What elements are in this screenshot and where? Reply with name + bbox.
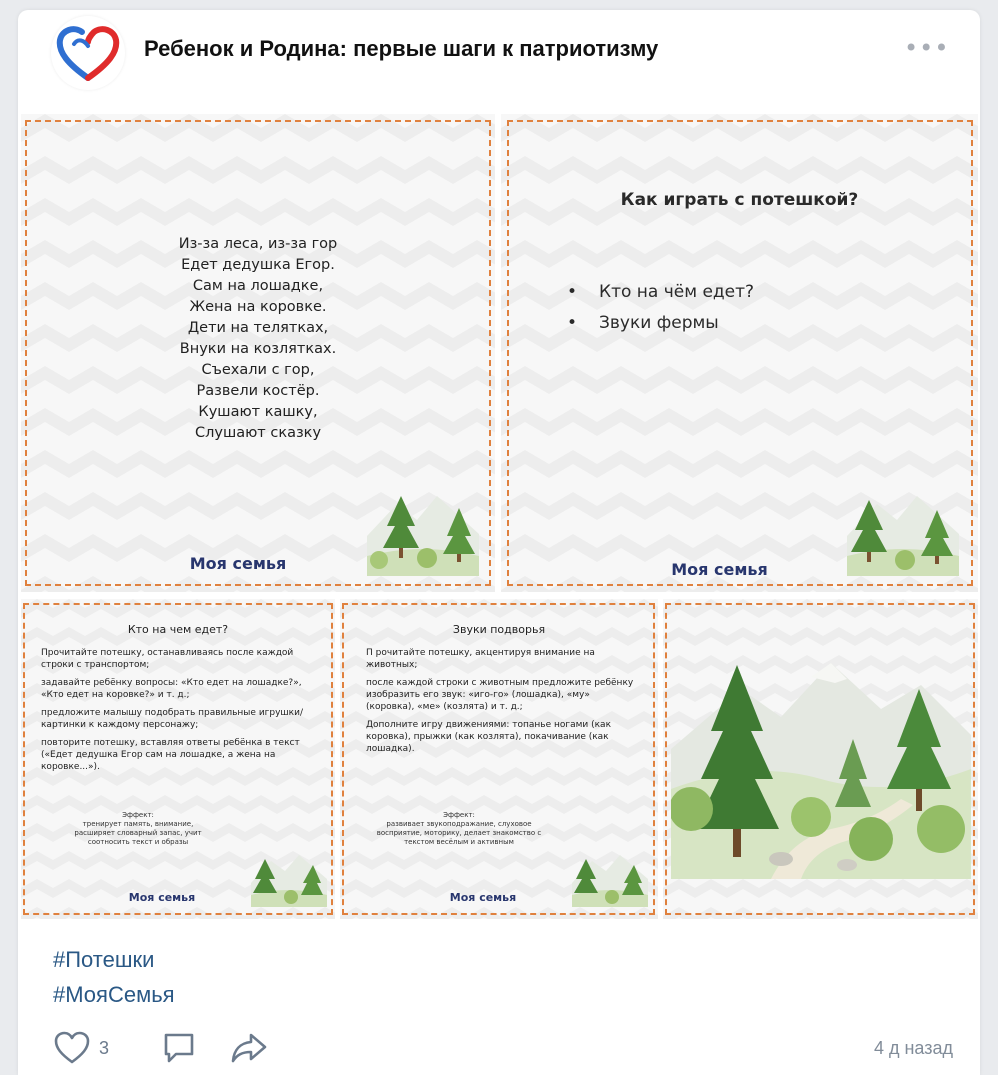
paragraph: задавайте ребёнку вопросы: «Кто едет на … — [41, 678, 302, 700]
share-icon — [231, 1033, 267, 1063]
gallery-card-who-rides[interactable]: Кто на чем едет? Прочитайте потешку, ост… — [21, 599, 335, 919]
effect-block: Эффект: развивает звукоподражание, слухо… — [340, 811, 618, 847]
poem-line: Съехали с гор, — [201, 362, 315, 378]
card-footer: Моя семья — [189, 554, 287, 573]
comment-button[interactable] — [161, 1030, 197, 1070]
gallery-card-landscape[interactable] — [663, 599, 978, 919]
heart-icon — [54, 1031, 90, 1064]
effect-line: расширяет словарный запас, учит — [74, 829, 202, 837]
gallery-card-poem[interactable]: Из-за леса, из-за гор Едет дедушка Егор.… — [21, 114, 495, 592]
paragraph: Прочитайте потешку, останавливаясь после… — [41, 648, 294, 670]
effect-line: тренирует память, внимание, — [82, 820, 194, 828]
comment-icon — [164, 1033, 194, 1063]
poem-line: Едет дедушка Егор. — [181, 257, 335, 273]
poem-line: Слушают сказку — [194, 425, 322, 441]
share-button[interactable] — [229, 1030, 269, 1070]
like-button[interactable]: 3 — [53, 1030, 125, 1066]
like-count: 3 — [99, 1038, 110, 1058]
more-options-icon[interactable]: ••• — [904, 34, 949, 62]
card-title: Как играть с потешкой? — [620, 190, 859, 210]
poem-line: Сам на лошадке, — [192, 278, 324, 294]
paragraph: после каждой строки с животным предложит… — [366, 678, 634, 712]
poem-text: Из-за леса, из-за гор Едет дедушка Егор.… — [21, 234, 495, 444]
hashtags: #Потешки #МояСемья — [53, 942, 175, 1012]
list-item: Звуки фермы — [567, 313, 754, 344]
poem-line: Внуки на козлятках. — [179, 341, 337, 357]
card-body: П рочитайте потешку, акцентируя внимание… — [366, 647, 638, 761]
effect-line: текстом весёлым и активным — [404, 838, 514, 846]
paragraph: повторите потешку, вставляя ответы ребён… — [41, 738, 300, 772]
card-body: Прочитайте потешку, останавливаясь после… — [41, 647, 313, 779]
poem-line: Жена на коровке. — [189, 299, 327, 315]
post-actions: 3 4 д назад — [53, 1030, 953, 1070]
effect-block: Эффект: тренирует память, внимание, расш… — [21, 811, 295, 847]
card-title: Звуки подворья — [452, 623, 546, 636]
poem-line: Из-за леса, из-за гор — [178, 236, 338, 252]
card-title: Кто на чем едет? — [127, 623, 229, 636]
poem-line: Дети на телятках, — [187, 320, 329, 336]
effect-line: восприятие, моторику, делает знакомство … — [376, 829, 542, 837]
post-header: Ребенок и Родина: первые шаги к патриоти… — [18, 10, 980, 114]
effect-title: Эффект: — [122, 811, 154, 819]
hashtag-link[interactable]: #Потешки — [53, 942, 175, 977]
post-timestamp[interactable]: 4 д назад — [874, 1038, 953, 1059]
heart-logo-icon — [56, 26, 120, 81]
card-footer: Моя семья — [671, 560, 768, 579]
paragraph: Дополните игру движениями: топанье ногам… — [366, 720, 611, 754]
poem-line: Кушают кашку, — [198, 404, 318, 420]
community-avatar[interactable] — [51, 16, 125, 90]
paragraph: П рочитайте потешку, акцентируя внимание… — [366, 648, 595, 670]
paragraph: предложите малышу подобрать правильные и… — [41, 708, 303, 730]
landscape-illustration — [671, 663, 971, 879]
effect-title: Эффект: — [443, 811, 475, 819]
list-item: Кто на чём едет? — [567, 282, 754, 313]
bullet-list: Кто на чём едет? Звуки фермы — [567, 282, 754, 344]
gallery-card-how-to-play[interactable]: Как играть с потешкой? Кто на чём едет? … — [501, 114, 978, 592]
card-footer: Моя семья — [449, 891, 517, 904]
card-footer: Моя семья — [128, 891, 196, 904]
effect-line: соотносить текст и образы — [87, 838, 189, 846]
hashtag-link[interactable]: #МояСемья — [53, 977, 175, 1012]
effect-line: развивает звукоподражание, слуховое — [386, 820, 532, 828]
poem-line: Развели костёр. — [196, 383, 320, 399]
gallery-card-farm-sounds[interactable]: Звуки подворья П рочитайте потешку, акце… — [340, 599, 658, 919]
post-title[interactable]: Ребенок и Родина: первые шаги к патриоти… — [144, 36, 658, 62]
post-card: Ребенок и Родина: первые шаги к патриоти… — [18, 10, 980, 1075]
